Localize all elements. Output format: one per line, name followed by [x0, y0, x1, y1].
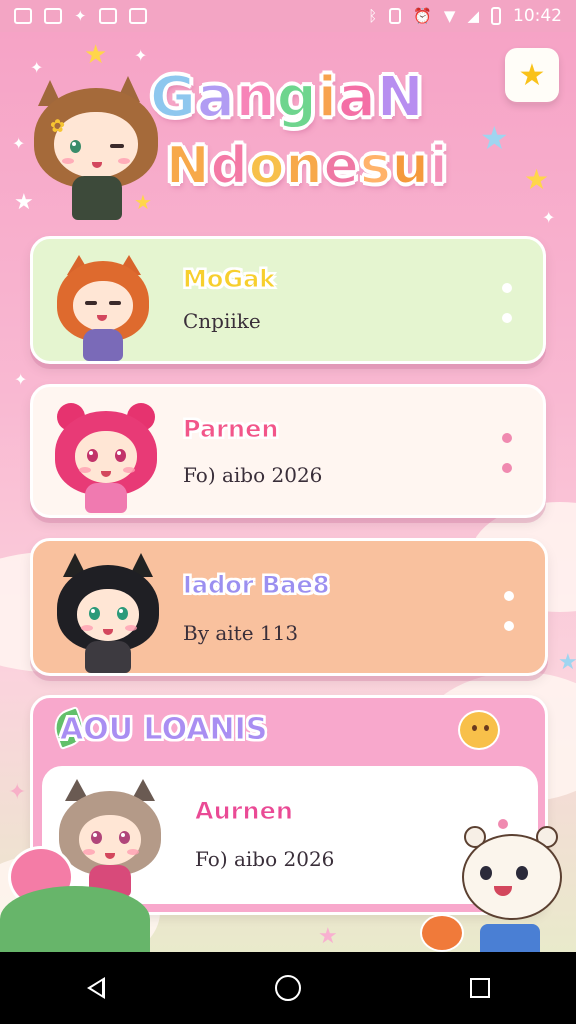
card-subtitle: By aite 113 — [183, 621, 299, 645]
recent-apps-icon — [470, 978, 490, 998]
logo-letter: i — [317, 65, 338, 130]
rose-decoration — [420, 914, 464, 952]
more-options-button[interactable] — [501, 283, 513, 323]
favorites-button[interactable]: ★ — [505, 48, 559, 102]
camera-icon — [128, 8, 147, 24]
bluetooth-icon: ᛒ — [368, 6, 378, 25]
image-icon — [14, 8, 32, 24]
more-options-button[interactable] — [503, 591, 515, 631]
character-card[interactable]: Iador Bae8 By aite 113 — [30, 538, 548, 676]
system-icons: ᛒ ⏰ ▼ ◢ 10:42 — [368, 6, 562, 26]
sparkle-icon: ✦ — [12, 134, 26, 153]
logo-letter: n — [284, 136, 324, 196]
notification-icons: ✦ — [14, 8, 147, 24]
bear-mascot — [460, 820, 566, 952]
card-subtitle: Fo) aibo 2026 — [183, 463, 323, 487]
logo-letter: i — [429, 136, 449, 196]
photo-icon — [44, 8, 62, 24]
star-icon: ★ — [318, 924, 338, 949]
logo-letter: o — [248, 136, 286, 196]
home-button[interactable] — [268, 968, 308, 1008]
smile-blob-icon — [458, 710, 500, 750]
character-avatar — [53, 251, 153, 363]
star-icon: ★ — [558, 650, 576, 675]
logo-line-2: Ndonesui — [165, 136, 460, 196]
card-title: Aurnen — [195, 797, 294, 826]
card-subtitle: Cnpiike — [183, 309, 261, 333]
sparkle-icon: ✦ — [134, 46, 148, 65]
home-icon — [275, 975, 301, 1001]
logo-letter: a — [337, 65, 377, 130]
system-nav-bar — [0, 952, 576, 1024]
character-avatar — [51, 395, 161, 515]
logo-letter: G — [149, 65, 197, 130]
recent-apps-button[interactable] — [460, 968, 500, 1008]
back-icon — [87, 977, 105, 999]
plant-decoration — [0, 886, 150, 952]
star-icon: ★ — [518, 57, 546, 93]
sparkle-icon: ✦ — [542, 208, 556, 227]
signal-icon: ◢ — [467, 6, 479, 25]
back-button[interactable] — [76, 968, 116, 1008]
star-icon: ★ — [480, 119, 509, 157]
logo-line-1: GangiaN — [149, 65, 460, 130]
logo-letter: N — [165, 136, 211, 196]
app-logo: GangiaN Ndonesui — [149, 65, 460, 196]
card-subtitle: Fo) aibo 2026 — [195, 847, 335, 871]
character-avatar — [53, 551, 163, 675]
section-title: AOU LOANIS — [59, 712, 268, 748]
status-bar: ✦ ᛒ ⏰ ▼ ◢ 10:42 — [0, 0, 576, 32]
card-title: Parnen — [182, 415, 279, 444]
sparkle-icon: ✦ — [8, 780, 27, 805]
logo-letter: n — [235, 65, 277, 130]
logo-letter: d — [210, 136, 249, 196]
sparkle-icon: ✦ — [14, 370, 28, 389]
header-mascot-avatar: ✿ — [30, 72, 160, 222]
alarm-icon: ⏰ — [413, 6, 432, 25]
logo-letter: e — [323, 136, 360, 196]
bag-icon — [98, 8, 117, 24]
logo-letter: a — [196, 65, 236, 130]
status-clock: 10:42 — [513, 6, 562, 26]
card-title: MoGak — [182, 265, 276, 294]
character-card[interactable]: Parnen Fo) aibo 2026 — [30, 384, 546, 518]
logo-letter: s — [359, 136, 392, 196]
logo-letter: g — [276, 65, 318, 130]
card-title: Iador Bae8 — [182, 571, 330, 600]
battery-icon — [491, 7, 501, 25]
wifi-icon: ▼ — [443, 6, 456, 25]
character-card[interactable]: MoGak Cnpiike — [30, 236, 546, 364]
vibrate-icon — [389, 8, 402, 24]
star-icon: ★ — [524, 163, 550, 196]
star-icon: ★ — [84, 40, 108, 70]
logo-letter: N — [376, 65, 425, 130]
more-options-button[interactable] — [501, 433, 513, 473]
logo-letter: u — [391, 136, 430, 196]
app-icon: ✦ — [74, 6, 87, 25]
